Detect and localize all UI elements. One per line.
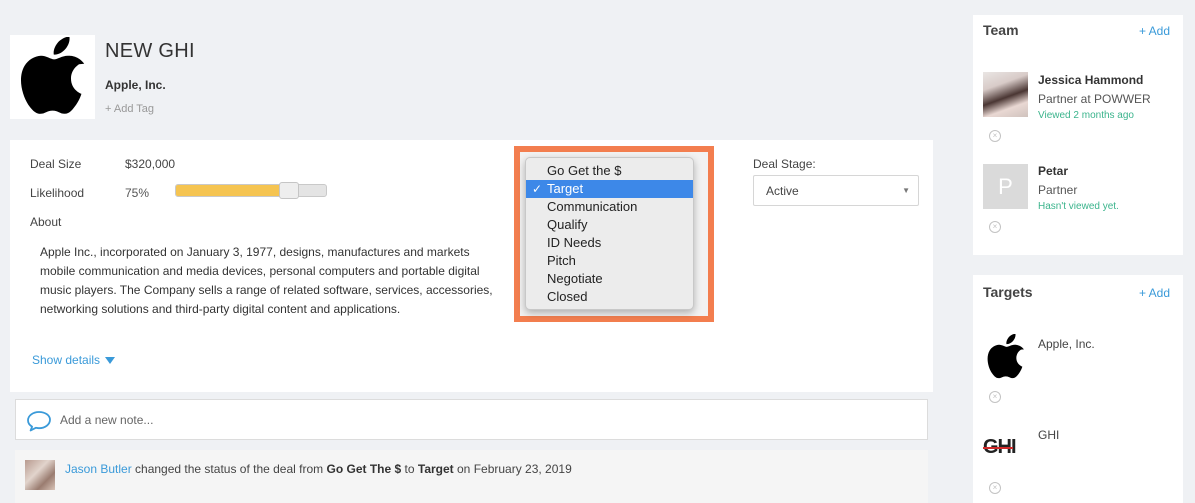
deal-size-value[interactable]: $320,000 [125, 157, 175, 171]
activity-text: Jason Butler changed the status of the d… [65, 462, 572, 476]
deal-title: NEW GHI [105, 40, 195, 62]
member-name[interactable]: Jessica Hammond [1038, 73, 1143, 87]
member-viewed-status: Viewed 2 months ago [1038, 110, 1134, 121]
activity-text-part: to [401, 462, 418, 476]
target-name[interactable]: GHI [1038, 428, 1059, 442]
remove-target-icon[interactable]: × [989, 391, 1001, 403]
remove-member-icon[interactable]: × [989, 221, 1001, 233]
dropdown-option-label: Communication [547, 199, 638, 214]
member-name[interactable]: Petar [1038, 164, 1068, 178]
dropdown-option[interactable]: Go Get the $ [526, 162, 693, 180]
speech-bubble-icon [27, 411, 51, 432]
member-viewed-status: Hasn't viewed yet. [1038, 201, 1119, 212]
about-text: Apple Inc., incorporated on January 3, 1… [40, 245, 493, 316]
avatar[interactable]: P [983, 164, 1028, 209]
team-card [973, 15, 1183, 255]
remove-member-icon[interactable]: × [989, 130, 1001, 142]
slider-fill [176, 185, 289, 196]
targets-card [973, 275, 1183, 503]
likelihood-value: 75% [125, 186, 150, 200]
caret-down-icon [105, 356, 116, 364]
member-role: Partner at POWWER [1038, 92, 1151, 106]
deal-stage-value: Active [766, 184, 799, 198]
about-label: About [30, 215, 62, 229]
dropdown-option[interactable]: ID Needs [526, 234, 693, 252]
chevron-down-icon: ▼ [902, 186, 910, 195]
member-role: Partner [1038, 183, 1078, 197]
add-target-button[interactable]: + Add [1139, 286, 1170, 300]
dropdown-option-label: Qualify [547, 217, 588, 232]
dropdown-option-label: Go Get the $ [547, 163, 622, 178]
add-team-member-button[interactable]: + Add [1139, 24, 1170, 38]
activity-from-status: Go Get The $ [326, 462, 402, 476]
dropdown-option[interactable]: Qualify [526, 216, 693, 234]
avatar [25, 460, 55, 490]
dropdown-option[interactable]: Communication [526, 198, 693, 216]
activity-text-part: changed the status of the deal from [131, 462, 327, 476]
target-name[interactable]: Apple, Inc. [1038, 337, 1095, 351]
likelihood-slider[interactable] [175, 182, 327, 199]
dropdown-option-label: Closed [547, 289, 588, 304]
apple-logo-icon [987, 334, 1024, 379]
deal-stage-label: Deal Stage: [753, 157, 816, 171]
show-details-link[interactable]: Show details [32, 353, 116, 367]
deal-size-label: Deal Size [30, 157, 82, 171]
dropdown-option[interactable]: Pitch [526, 252, 693, 270]
status-dropdown-menu: Go Get the $ ✓ Target Communication Qualify I… [525, 157, 694, 310]
likelihood-label: Likelihood [30, 186, 85, 200]
activity-user-link[interactable]: Jason Butler [65, 462, 132, 476]
activity-text-part: on February 23, 2019 [453, 462, 572, 476]
dropdown-option[interactable]: Negotiate [526, 270, 693, 288]
team-title: Team [983, 22, 1019, 38]
company-logo [10, 35, 95, 119]
remove-target-icon[interactable]: × [989, 482, 1001, 494]
show-details-label: Show details [32, 353, 101, 367]
activity-to-status: Target [417, 462, 454, 476]
dropdown-option-label: Pitch [547, 253, 576, 268]
add-tag-link[interactable]: + Add Tag [105, 103, 154, 115]
note-placeholder: Add a new note... [60, 413, 154, 427]
dropdown-option[interactable]: ✓ Target [526, 180, 693, 198]
activity-item: Jason Butler changed the status of the d… [15, 450, 928, 503]
add-note-input[interactable]: Add a new note... [15, 399, 928, 440]
deal-stage-select[interactable]: Active ▼ [753, 175, 919, 206]
dropdown-option-label: Negotiate [547, 271, 603, 286]
dropdown-option-label: Target [547, 181, 584, 196]
dropdown-option[interactable]: Closed [526, 288, 693, 306]
checkmark-icon: ✓ [532, 182, 543, 196]
avatar[interactable] [983, 72, 1028, 117]
ghi-logo-stripe [983, 447, 1013, 449]
apple-logo-icon [20, 37, 84, 114]
slider-handle[interactable] [279, 182, 299, 199]
dropdown-option-label: ID Needs [547, 235, 602, 250]
targets-title: Targets [983, 284, 1033, 300]
company-name[interactable]: Apple, Inc. [105, 78, 166, 92]
